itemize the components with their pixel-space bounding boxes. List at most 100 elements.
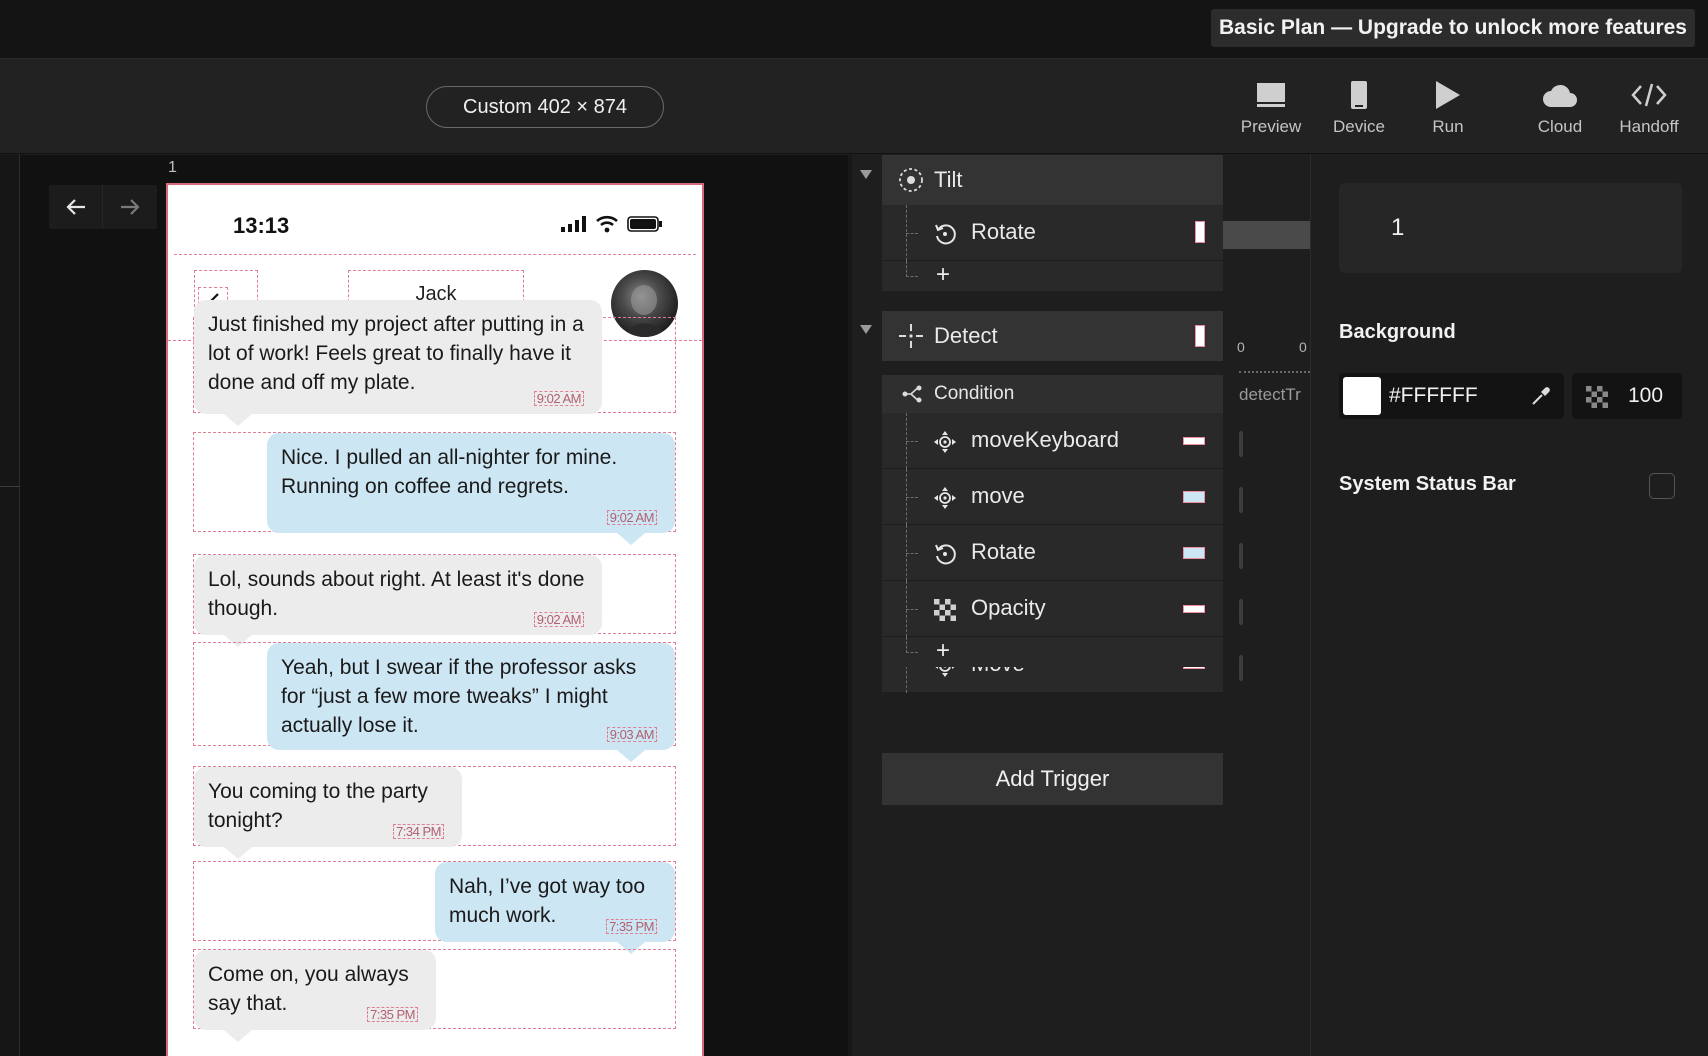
incoming-message-bubble[interactable]: Just finished my project after putting i… [194,300,602,426]
timeline-bar[interactable] [1223,221,1310,249]
outgoing-message-bubble[interactable]: Yeah, but I swear if the professor asks … [267,643,675,762]
message-row: Just finished my project after putting i… [193,300,676,426]
action-color-swatch[interactable] [1183,547,1205,559]
tilt-collapse-toggle[interactable] [860,170,872,179]
cloud-label: Cloud [1537,117,1583,136]
action-color-swatch[interactable] [1183,437,1205,445]
add-trigger-button[interactable]: Add Trigger [882,753,1223,805]
preview-button[interactable]: Preview [1231,77,1311,143]
outgoing-message-bubble[interactable]: Nah, I’ve got way too much work. 7:35 PM [435,862,675,954]
detect-action-movekeyboard[interactable]: moveKeyboard [882,413,1223,469]
background-color-field[interactable]: #FFFFFF [1339,373,1564,419]
message-timestamp: 9:02 AM [533,612,584,627]
rotate-icon [932,221,958,247]
cloud-icon [1520,77,1600,113]
condition-branch-icon [902,385,924,403]
bubble-tail [224,847,252,859]
outgoing-message-bubble[interactable]: Nice. I pulled an all-nighter for mine. … [267,433,675,545]
message-timestamp: 9:03 AM [606,727,657,742]
arrow-right-icon [121,199,140,215]
timeline-strip: 0 0 detectTr [1223,155,1310,1056]
message-text: Just finished my project after putting i… [208,313,584,394]
detect-add-action-row: + [882,637,1223,667]
message-text: Lol, sounds about right. At least it's d… [208,568,585,620]
forward-arrow-button[interactable] [103,185,157,229]
trigger-tilt[interactable]: Tilt [882,155,1223,205]
rotate-icon [932,541,958,567]
trigger-color-swatch[interactable] [1195,325,1205,347]
system-status-bar-checkbox[interactable] [1649,473,1675,499]
detect-collapse-toggle[interactable] [860,325,872,334]
cloud-button[interactable]: Cloud [1520,77,1600,143]
tilt-add-action-row: + [882,261,1223,291]
detect-action-rotate[interactable]: Rotate [882,525,1223,581]
timeline-tick-start: 0 [1237,339,1245,355]
timeline-keyframe[interactable] [1239,543,1243,569]
message-timestamp: 9:02 AM [606,510,657,525]
status-time: 13:13 [233,213,290,238]
trigger-detect[interactable]: Detect [882,311,1223,361]
upgrade-plan-banner[interactable]: Basic Plan — Upgrade to unlock more feat… [1211,9,1695,47]
action-label: Rotate [971,539,1036,564]
message-row: Lol, sounds about right. At least it's d… [193,554,676,647]
code-icon [1609,77,1689,113]
device-icon [1319,77,1399,113]
incoming-message-bubble[interactable]: Lol, sounds about right. At least it's d… [194,555,602,647]
phone-frame[interactable]: 13:13 Jack online Just finished my proje… [166,183,704,1056]
frame-name-input[interactable]: 1 [1339,183,1682,273]
detect-add-action-button[interactable]: + [936,638,950,664]
background-color-value: #FFFFFF [1389,384,1478,407]
run-button[interactable]: Run [1408,77,1488,143]
triggers-panel: Tilt Rotate + Detect Condition moveKeybo… [852,155,1310,1056]
back-arrow-button[interactable] [49,185,103,229]
action-color-swatch[interactable] [1195,221,1205,243]
eyedropper-icon[interactable] [1530,385,1552,407]
handoff-button[interactable]: Handoff [1609,77,1689,143]
device-size-selector[interactable]: Custom 402 × 874 [426,86,664,128]
tree-line [906,637,918,653]
tree-branch [906,497,918,498]
timeline-track-label: detectTr [1239,385,1301,404]
detect-condition[interactable]: Condition [882,375,1223,413]
timeline-keyframe[interactable] [1239,431,1243,457]
bubble-tail [617,750,645,762]
action-color-swatch[interactable] [1183,605,1205,613]
background-heading: Background [1339,321,1456,343]
background-color-swatch[interactable] [1343,377,1381,415]
action-color-swatch[interactable] [1183,491,1205,503]
incoming-message-bubble[interactable]: You coming to the party tonight? 7:34 PM [194,767,462,859]
tilt-action-rotate[interactable]: Rotate [882,205,1223,261]
trigger-tilt-label: Tilt [934,167,963,192]
properties-panel: 1 Background #FFFFFF 100 System Status B… [1310,155,1708,1056]
run-label: Run [1432,117,1464,136]
tree-branch [906,233,918,234]
message-row: Come on, you always say that. 7:35 PM [193,949,676,1042]
incoming-message-bubble[interactable]: Come on, you always say that. 7:35 PM [194,950,436,1042]
tilt-add-action-button[interactable]: + [936,262,950,288]
tree-branch [906,553,918,554]
arrow-left-icon [65,199,85,215]
tree-branch [906,441,918,442]
bubble-tail [617,533,645,545]
divider [0,486,20,487]
timeline-keyframe[interactable] [1239,487,1243,513]
message-timestamp: 7:34 PM [393,824,444,839]
signal-icon [561,216,586,232]
wifi-icon [596,215,618,233]
timeline-keyframe[interactable] [1239,655,1243,681]
background-opacity-field[interactable]: 100 [1572,373,1682,419]
message-text: Yeah, but I swear if the professor asks … [281,656,637,737]
detect-action-opacity[interactable]: Opacity [882,581,1223,637]
message-text: Nice. I pulled an all-nighter for mine. … [281,446,618,498]
message-timestamp: 7:35 PM [606,919,657,934]
action-label: moveKeyboard [971,427,1119,452]
bubble-tail [224,1030,252,1042]
detect-action-move[interactable]: move [882,469,1223,525]
device-button[interactable]: Device [1319,77,1399,143]
battery-icon [627,216,662,232]
timeline-keyframe[interactable] [1239,599,1243,625]
left-panel-edge [0,155,20,1056]
preview-label: Preview [1240,117,1302,136]
move-icon [932,485,958,511]
detect-icon [894,323,928,349]
